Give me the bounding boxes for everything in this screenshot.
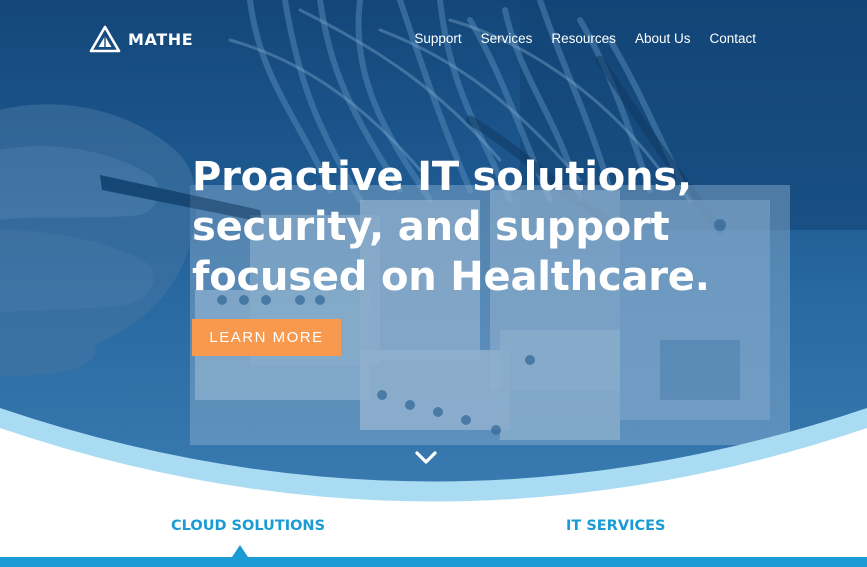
- tab-it-services[interactable]: IT SERVICES: [566, 518, 665, 534]
- hero-headline-line-1: Proactive IT solutions,: [192, 154, 692, 200]
- triangle-mountain-logo-icon: [89, 25, 121, 53]
- nav-item-contact[interactable]: Contact: [709, 31, 756, 46]
- nav-item-resources[interactable]: Resources: [551, 31, 616, 46]
- active-tab-indicator: [232, 545, 248, 557]
- nav-item-about-us[interactable]: About Us: [635, 31, 691, 46]
- hero-headline-line-3: focused on Healthcare.: [192, 254, 710, 300]
- learn-more-button[interactable]: LEARN MORE: [192, 319, 341, 356]
- nav-item-services[interactable]: Services: [481, 31, 533, 46]
- hero-headline-line-2: security, and support: [192, 204, 670, 250]
- brand-logo[interactable]: MATHE: [89, 24, 193, 54]
- page: MATHE Support Services Resources About U…: [0, 0, 867, 567]
- nav-item-support[interactable]: Support: [414, 31, 461, 46]
- chevron-down-icon[interactable]: [413, 448, 439, 468]
- tab-cloud-solutions[interactable]: CLOUD SOLUTIONS: [171, 518, 325, 534]
- tab-bar: [0, 557, 867, 567]
- hero-headline: Proactive IT solutions, security, and su…: [192, 152, 812, 302]
- main-nav: Support Services Resources About Us Cont…: [414, 31, 756, 46]
- brand-name: MATHE: [128, 29, 194, 49]
